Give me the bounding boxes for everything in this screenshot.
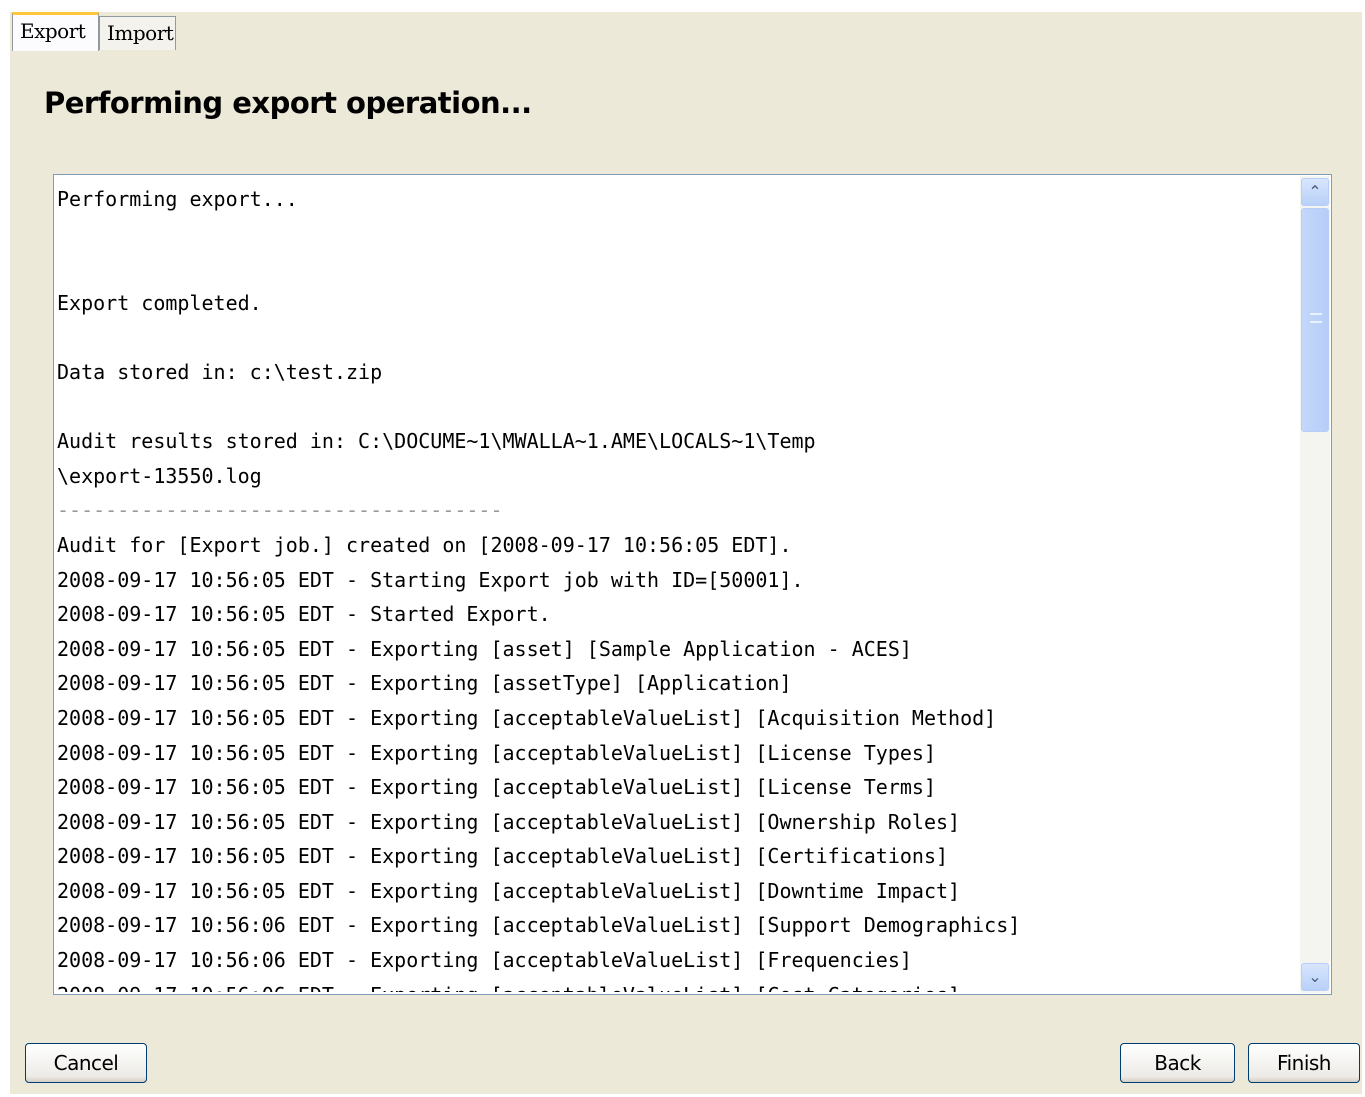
log-line: 2008-09-17 10:56:05 EDT - Starting Expor… (57, 567, 804, 592)
scroll-down-icon[interactable]: ⌄ (1301, 963, 1329, 991)
log-line: 2008-09-17 10:56:05 EDT - Exporting [acc… (57, 844, 949, 869)
log-line: 2008-09-17 10:56:05 EDT - Exporting [acc… (57, 740, 936, 765)
scroll-up-icon[interactable]: ⌃ (1301, 178, 1329, 206)
log-line: 2008-09-17 10:56:05 EDT - Exporting [acc… (57, 878, 961, 903)
log-line: Data stored in: c:\test.zip (57, 359, 383, 384)
export-import-dialog: Export Import Performing export operatio… (0, 0, 1365, 1097)
tab-strip (10, 12, 1362, 51)
log-line: Export completed. (57, 290, 262, 315)
log-line: 2008-09-17 10:56:05 EDT - Exporting [ass… (57, 636, 912, 661)
cancel-button[interactable]: Cancel (25, 1043, 147, 1083)
export-log-textarea[interactable]: Performing export... Export completed. D… (53, 174, 1332, 995)
log-scrollbar[interactable]: ⌃ ⌄ (1300, 176, 1330, 993)
log-line: Performing export... (57, 187, 298, 211)
log-line: 2008-09-17 10:56:05 EDT - Exporting [acc… (57, 809, 961, 834)
grip-icon (1310, 313, 1322, 323)
log-line: 2008-09-17 10:56:06 EDT - Exporting [acc… (57, 948, 912, 973)
export-log-content: Performing export... Export completed. D… (57, 182, 1297, 992)
back-button[interactable]: Back (1120, 1043, 1235, 1083)
finish-button[interactable]: Finish (1248, 1043, 1360, 1083)
log-line: Audit results stored in: C:\DOCUME~1\MWA… (57, 429, 816, 454)
window-frame-left (0, 0, 10, 1097)
page-title: Performing export operation... (44, 86, 532, 120)
log-line: 2008-09-17 10:56:05 EDT - Started Export… (57, 602, 551, 627)
window-frame-top (0, 0, 1365, 12)
tab-export[interactable]: Export (12, 12, 99, 51)
scrollbar-thumb[interactable] (1301, 208, 1329, 432)
log-line: 2008-09-17 10:56:05 EDT - Exporting [acc… (57, 775, 936, 800)
log-line: 2008-09-17 10:56:05 EDT - Exporting [acc… (57, 705, 997, 730)
log-line: 2008-09-17 10:56:06 EDT - Exporting [acc… (57, 913, 1021, 938)
tab-import[interactable]: Import (99, 16, 176, 50)
log-line: \export-13550.log (57, 463, 262, 488)
log-line: 2008-09-17 10:56:05 EDT - Exporting [ass… (57, 671, 792, 696)
log-line: Audit for [Export job.] created on [2008… (57, 532, 792, 557)
log-line: 2008-09-17 10:56:06 EDT - Exporting [acc… (57, 978, 1297, 992)
log-line: ------------------------------------- (57, 498, 503, 523)
